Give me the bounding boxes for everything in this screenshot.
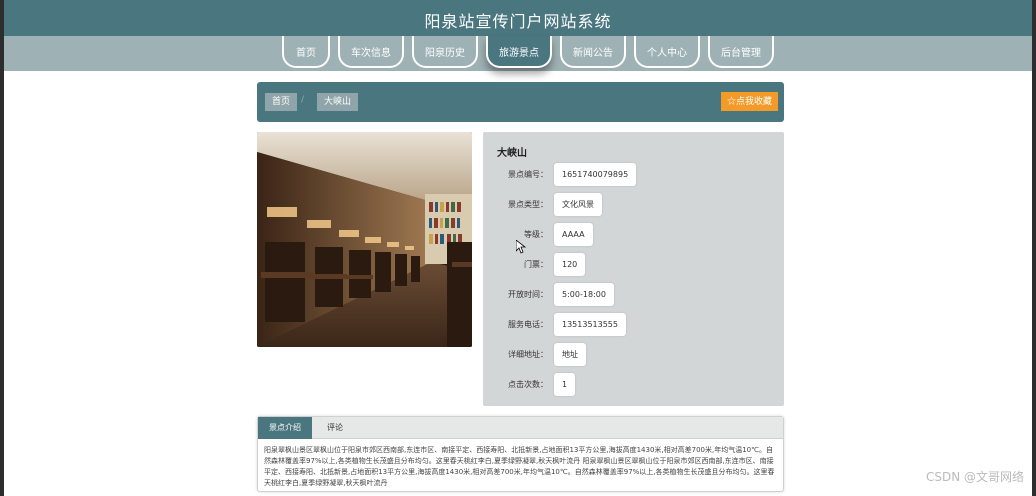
attraction-details-panel: 大峡山 景点编号： 1651740079895 景点类型： 文化风景 等级： A…	[483, 132, 784, 406]
nav-item-news[interactable]: 新闻公告	[560, 36, 626, 68]
tab-comments[interactable]: 评论	[316, 417, 354, 439]
window-frame-right	[1032, 0, 1036, 496]
window-frame-left	[0, 0, 4, 496]
nav-item-attractions[interactable]: 旅游景点	[486, 36, 552, 68]
nav-item-train-info[interactable]: 车次信息	[338, 36, 404, 68]
detail-value-id: 1651740079895	[554, 163, 637, 186]
breadcrumb-separator: /	[301, 95, 305, 105]
detail-value-hours: 5:00-18:00	[554, 283, 614, 306]
detail-row-clicks: 点击次数： 1	[483, 373, 784, 397]
breadcrumb-home-link[interactable]: 首页	[265, 93, 298, 111]
library-interior-image	[257, 132, 472, 347]
detail-label-phone: 服务电话：	[508, 320, 548, 329]
site-header: 阳泉站宣传门户网站系统	[0, 0, 1036, 36]
favorite-button[interactable]: ☆点我收藏	[720, 92, 778, 111]
detail-row-address: 详细地址： 地址	[483, 343, 784, 367]
tab-introduction[interactable]: 景点介绍	[258, 417, 312, 439]
breadcrumb: 首页 / 大峡山 ☆点我收藏	[257, 82, 784, 122]
detail-label-hours: 开放时间：	[508, 290, 548, 299]
star-outline-icon: ☆	[726, 96, 736, 106]
watermark: CSDN @文哥网络	[925, 470, 1024, 484]
nav-item-history[interactable]: 阳泉历史	[412, 36, 478, 68]
detail-label-type: 景点类型：	[508, 200, 548, 209]
detail-row-level: 等级： AAAA	[483, 223, 784, 247]
detail-value-type: 文化风景	[554, 193, 602, 216]
detail-label-level: 等级：	[524, 230, 548, 239]
mouse-cursor-icon	[516, 240, 526, 254]
detail-row-type: 景点类型： 文化风景	[483, 193, 784, 217]
nav-item-personal-center[interactable]: 个人中心	[634, 36, 700, 68]
breadcrumb-current: 大峡山	[317, 93, 359, 111]
detail-row-ticket: 门票： 120	[483, 253, 784, 277]
detail-row-id: 景点编号： 1651740079895	[483, 163, 784, 187]
attraction-tabs: 景点介绍 评论 阳泉翠枫山景区翠枫山位于阳泉市郊区西南部,东连市区、南接平定、西…	[257, 416, 784, 492]
detail-value-ticket: 120	[554, 253, 586, 276]
favorite-button-label: 点我收藏	[735, 96, 772, 106]
attraction-title: 大峡山	[497, 148, 527, 159]
detail-row-hours: 开放时间： 5:00-18:00	[483, 283, 784, 307]
nav-item-admin[interactable]: 后台管理	[708, 36, 774, 68]
introduction-text: 阳泉翠枫山景区翠枫山位于阳泉市郊区西南部,东连市区、南接平定、西接寿阳、北抵新景…	[264, 446, 775, 487]
main-nav: 首页 车次信息 阳泉历史 旅游景点 新闻公告 个人中心 后台管理	[0, 36, 1036, 71]
detail-value-phone: 13513513555	[554, 313, 626, 336]
detail-value-level: AAAA	[554, 223, 593, 246]
detail-row-phone: 服务电话： 13513513555	[483, 313, 784, 337]
detail-value-clicks: 1	[554, 373, 576, 396]
detail-label-ticket: 门票：	[524, 260, 548, 269]
tab-bar: 景点介绍 评论	[258, 417, 783, 439]
site-title: 阳泉站宣传门户网站系统	[424, 12, 612, 31]
nav-item-home[interactable]: 首页	[282, 36, 330, 68]
detail-label-id: 景点编号：	[508, 170, 548, 179]
detail-label-address: 详细地址：	[508, 350, 548, 359]
attraction-photo	[257, 132, 472, 347]
detail-value-address: 地址	[554, 343, 586, 366]
detail-label-clicks: 点击次数：	[508, 380, 548, 389]
